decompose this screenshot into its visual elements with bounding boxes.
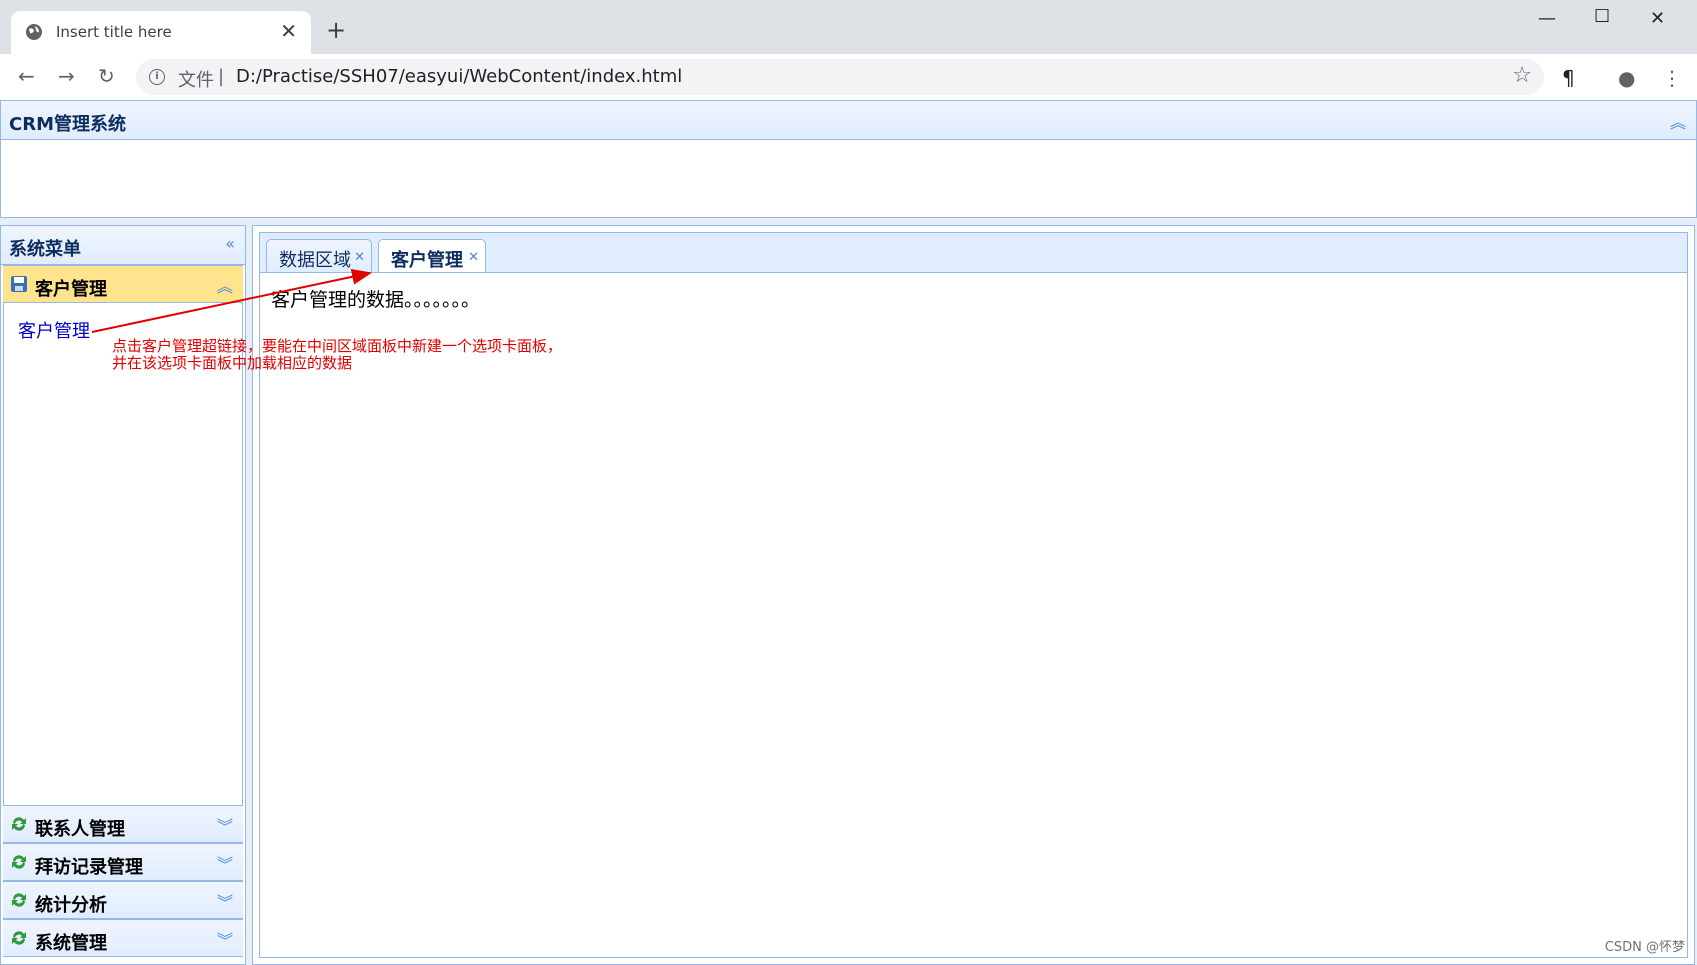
address-bar[interactable]: i 文件 | D:/Practise/SSH07/easyui/WebConte… <box>136 59 1544 95</box>
center-panel: 数据区域 ✕ 客户管理 ✕ 客户管理的数据。。。。。。。 <box>252 225 1695 965</box>
expand-down-icon[interactable]: ︾ <box>217 927 233 951</box>
close-tab-icon[interactable]: ✕ <box>280 19 297 43</box>
refresh-icon <box>12 893 26 907</box>
browser-tab[interactable]: Insert title here ✕ <box>11 11 311 54</box>
accordion-title: 系统管理 <box>35 933 107 954</box>
tab-content-panel: 客户管理的数据。。。。。。。 <box>259 272 1688 958</box>
expand-down-icon[interactable]: ︾ <box>217 851 233 875</box>
tab-data-area[interactable]: 数据区域 ✕ <box>266 239 372 273</box>
extension-pilcrow-icon[interactable]: ¶ <box>1562 66 1575 90</box>
tab-customer-management[interactable]: 客户管理 ✕ <box>378 239 486 274</box>
west-panel: 系统菜单 « 客户管理 ︽ 客户管理 联系人管理 ︾ 拜访记录管理 ︾ 统计分析… <box>0 225 246 965</box>
accordion-title: 联系人管理 <box>35 819 125 840</box>
new-tab-icon[interactable]: + <box>326 18 346 42</box>
tabs-header: 数据区域 ✕ 客户管理 ✕ <box>259 232 1688 274</box>
tab-content-text: 客户管理的数据。。。。。。。 <box>271 289 481 311</box>
info-icon[interactable]: i <box>149 69 165 85</box>
collapse-up-icon[interactable]: ︽ <box>217 273 233 297</box>
accordion-header-system[interactable]: 系统管理 ︾ <box>3 919 243 957</box>
collapse-left-icon[interactable]: « <box>225 234 235 253</box>
url-prefix: 文件 <box>178 70 214 91</box>
collapse-up-icon[interactable]: ︽ <box>1670 109 1686 133</box>
accordion-header-contacts[interactable]: 联系人管理 ︾ <box>3 805 243 843</box>
page-title: CRM管理系统 <box>9 114 126 135</box>
annotation-line-1: 点击客户管理超链接，要能在中间区域面板中新建一个选项卡面板， <box>112 337 563 355</box>
profile-icon[interactable]: ● <box>1618 66 1635 90</box>
refresh-icon <box>12 931 26 945</box>
accordion-header-statistics[interactable]: 统计分析 ︾ <box>3 881 243 919</box>
tab-label: 客户管理 <box>391 250 463 271</box>
url-separator: | <box>218 66 225 87</box>
forward-icon[interactable]: → <box>58 64 75 88</box>
north-panel-header: CRM管理系统 ︽ <box>1 101 1696 140</box>
refresh-icon <box>12 855 26 869</box>
accordion-body-customer: 客户管理 <box>3 303 243 805</box>
url-text: D:/Practise/SSH07/easyui/WebContent/inde… <box>236 66 683 87</box>
watermark: CSDN @怀梦 <box>1604 940 1685 955</box>
maximize-icon[interactable]: ☐ <box>1594 6 1610 27</box>
window-close-icon[interactable]: ✕ <box>1650 8 1665 29</box>
annotation-note: 点击客户管理超链接，要能在中间区域面板中新建一个选项卡面板， 并在该选项卡面板中… <box>112 338 562 372</box>
annotation-line-2: 并在该选项卡面板中加载相应的数据 <box>112 354 353 372</box>
floppy-disk-icon <box>11 276 27 292</box>
app-layout: CRM管理系统 ︽ 系统菜单 « 客户管理 ︽ 客户管理 联系人管理 ︾ 拜访记… <box>0 100 1697 965</box>
browser-tab-title: Insert title here <box>56 23 172 41</box>
back-icon[interactable]: ← <box>18 64 35 88</box>
minimize-icon[interactable]: — <box>1538 8 1556 29</box>
accordion-title: 客户管理 <box>35 279 107 300</box>
customer-management-link[interactable]: 客户管理 <box>18 317 90 343</box>
expand-down-icon[interactable]: ︾ <box>217 813 233 837</box>
browser-toolbar: ← → ↻ i 文件 | D:/Practise/SSH07/easyui/We… <box>0 54 1697 101</box>
accordion-title: 拜访记录管理 <box>35 857 143 878</box>
tab-close-icon[interactable]: ✕ <box>468 250 479 265</box>
menu-icon[interactable]: ⋮ <box>1662 66 1682 90</box>
west-panel-title: 系统菜单 <box>9 239 81 260</box>
browser-tabbar: Insert title here ✕ + — ☐ ✕ <box>0 0 1697 54</box>
refresh-icon <box>12 817 26 831</box>
star-icon[interactable]: ☆ <box>1512 63 1532 88</box>
expand-down-icon[interactable]: ︾ <box>217 889 233 913</box>
tab-label: 数据区域 <box>279 250 351 271</box>
tab-close-icon[interactable]: ✕ <box>354 250 365 265</box>
north-panel: CRM管理系统 ︽ <box>0 100 1697 218</box>
reload-icon[interactable]: ↻ <box>98 64 115 88</box>
accordion-header-visits[interactable]: 拜访记录管理 ︾ <box>3 843 243 881</box>
accordion-header-customer[interactable]: 客户管理 ︽ <box>3 265 243 303</box>
accordion-title: 统计分析 <box>35 895 107 916</box>
globe-icon <box>26 24 42 40</box>
west-panel-header: 系统菜单 « <box>1 226 245 265</box>
